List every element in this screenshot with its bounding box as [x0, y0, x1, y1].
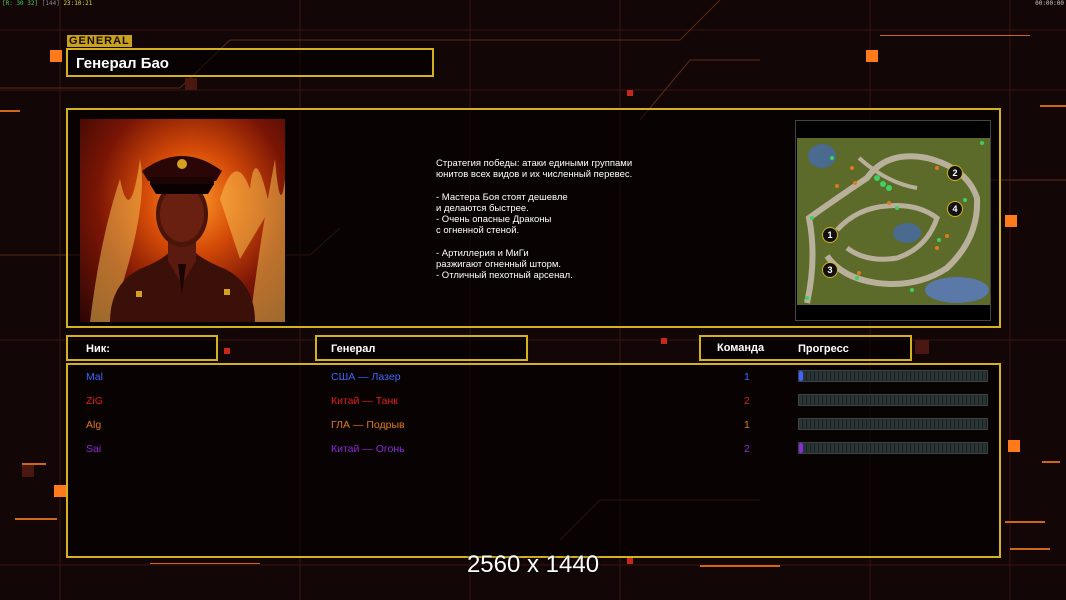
- player-progress-fill: [799, 371, 803, 381]
- players-panel: Mal США — Лазер 1 ZiG Китай — Танк 2 Alg…: [66, 363, 1001, 558]
- resolution-label: 2560 x 1440: [466, 551, 600, 578]
- player-general: Китай — Танк: [331, 395, 398, 407]
- player-team: 2: [744, 395, 750, 407]
- general-description: Стратегия победы: атаки едиными группами…: [436, 158, 633, 282]
- progress-header: Прогресс: [798, 343, 849, 355]
- player-row: Mal США — Лазер 1: [68, 368, 999, 388]
- general-header: Генерал: [331, 343, 376, 355]
- player-progress-bar: [798, 418, 988, 430]
- player-nick: Sai: [86, 443, 102, 455]
- player-progress-bar: [798, 394, 988, 406]
- map-terrain: 2 4 1 3: [797, 138, 990, 305]
- hud-timer: 00:00:00: [1035, 0, 1064, 7]
- map-marker-1: 1: [822, 227, 838, 243]
- general-name-title: Генерал Бао: [76, 55, 169, 72]
- player-nick: Alg: [86, 419, 102, 431]
- general-header-box: Генерал: [315, 335, 528, 361]
- player-progress-fill: [799, 443, 803, 453]
- player-general: Китай — Огонь: [331, 443, 405, 455]
- player-team: 1: [744, 419, 750, 431]
- player-progress-bar: [798, 442, 988, 454]
- portrait-image: [90, 156, 285, 322]
- map-marker-4: 4: [947, 201, 963, 217]
- player-general: США — Лазер: [331, 371, 401, 383]
- player-nick: Mal: [86, 371, 103, 383]
- team-header: Команда: [717, 342, 765, 354]
- player-team: 2: [744, 443, 750, 455]
- hud-clock: 23:10:21: [63, 0, 93, 7]
- minimap[interactable]: 2 4 1 3: [795, 120, 991, 321]
- hud-stats: [R: 30 32] [144] 23:10:21: [2, 0, 92, 7]
- player-general: ГЛА — Подрыв: [331, 419, 405, 431]
- player-row: ZiG Китай — Танк 2: [68, 392, 999, 412]
- general-info-panel: Стратегия победы: атаки едиными группами…: [66, 108, 1001, 328]
- player-team: 1: [744, 371, 750, 383]
- map-marker-3: 3: [822, 262, 838, 278]
- player-row: Alg ГЛА — Подрыв 1: [68, 416, 999, 436]
- nick-header: Ник:: [86, 343, 110, 355]
- map-image: [797, 138, 990, 305]
- general-portrait: [80, 119, 285, 322]
- general-tag: GENERAL: [67, 35, 132, 47]
- player-row: Sai Китай — Огонь 2: [68, 440, 999, 460]
- hud-stat-1: [R: 30 32]: [2, 0, 39, 7]
- team-progress-header-box: Команда Прогресс: [699, 335, 912, 361]
- player-nick: ZiG: [86, 395, 103, 407]
- nick-header-box: Ник:: [66, 335, 218, 361]
- title-box: Генерал Бао: [66, 48, 434, 77]
- hud-stat-2: [144]: [41, 0, 60, 7]
- player-progress-bar: [798, 370, 988, 382]
- map-marker-2: 2: [947, 165, 963, 181]
